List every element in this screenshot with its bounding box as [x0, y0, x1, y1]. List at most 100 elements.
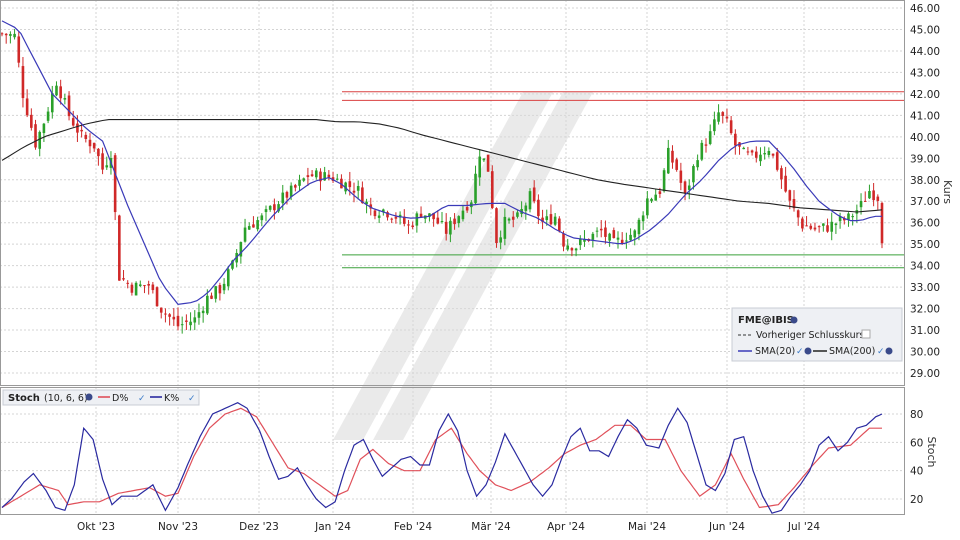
- sma20-check-icon[interactable]: ✓: [796, 347, 804, 357]
- candle-body: [465, 207, 469, 211]
- x-tick: Apr '24: [547, 521, 585, 533]
- previous-close-checkbox[interactable]: [861, 329, 871, 339]
- k-check-icon[interactable]: ✓: [188, 394, 196, 404]
- candle-body: [574, 248, 578, 251]
- candle-body: [206, 295, 209, 314]
- candle-body: [55, 85, 58, 96]
- candle-body: [683, 181, 687, 194]
- sma200-settings-icon[interactable]: [885, 347, 893, 355]
- candle-body: [256, 220, 259, 230]
- candle-body: [616, 237, 620, 240]
- candle-body: [294, 185, 297, 188]
- legend-previous-close: Vorheriger Schlusskurs: [756, 330, 864, 341]
- candle-body: [478, 156, 482, 178]
- d-check-icon[interactable]: ✓: [138, 394, 146, 404]
- candle-body: [754, 151, 758, 158]
- candle-body: [562, 233, 565, 247]
- candle-body: [558, 218, 561, 231]
- candle-body: [553, 216, 557, 225]
- candle-body: [0, 33, 4, 35]
- candle-body: [876, 196, 880, 201]
- stoch-axis-ticks: 20 40 60 80: [910, 409, 923, 506]
- candle-body: [851, 216, 854, 218]
- sma20-settings-icon[interactable]: [804, 347, 812, 355]
- stock-chart: 29.00 30.00 31.00 32.00 33.00 34.00 35.00 36.00…: [0, 0, 954, 533]
- candle-body: [692, 166, 695, 183]
- candle-body: [101, 153, 104, 170]
- candle-body: [746, 151, 750, 153]
- candle-body: [549, 214, 553, 225]
- candle-body: [662, 170, 666, 192]
- candle-body: [80, 129, 83, 132]
- candle-body: [214, 286, 218, 299]
- x-tick: Jan '24: [314, 521, 351, 533]
- x-tick: Jun '24: [708, 521, 745, 533]
- x-tick: Feb '24: [394, 521, 432, 533]
- legend-symbol: FME@IBIS: [738, 315, 794, 326]
- candle-body: [490, 171, 494, 208]
- candle-body: [42, 123, 46, 134]
- candle-body: [84, 134, 88, 139]
- candle-body: [537, 199, 540, 217]
- price-tick: 31.00: [910, 325, 940, 337]
- candle-body: [528, 191, 532, 210]
- candle-body: [172, 316, 176, 320]
- candle-body: [650, 198, 653, 202]
- candle-body: [130, 284, 134, 293]
- candle-body: [138, 284, 142, 286]
- sma200-check-icon[interactable]: ✓: [877, 347, 885, 357]
- candle-body: [356, 186, 360, 191]
- candle-body: [201, 310, 205, 314]
- legend-sma200: SMA(200): [829, 346, 875, 357]
- candle-body: [637, 219, 641, 235]
- candle-body: [482, 158, 486, 161]
- price-tick: 32.00: [910, 304, 940, 316]
- candle-body: [516, 212, 519, 217]
- candle-body: [532, 187, 536, 202]
- candle-body: [524, 205, 528, 211]
- stoch-settings-icon[interactable]: [85, 393, 93, 401]
- candle-body: [327, 174, 331, 178]
- candle-body: [658, 191, 662, 195]
- candle-body: [625, 240, 628, 242]
- candle-body: [252, 224, 255, 228]
- candle-body: [872, 190, 875, 201]
- sma200-line: [1, 119, 883, 213]
- candle-body: [92, 142, 96, 149]
- candle-body: [700, 142, 704, 160]
- candle-body: [646, 198, 649, 216]
- candle-body: [226, 269, 230, 287]
- price-tick: 30.00: [910, 347, 940, 359]
- candle-body: [222, 283, 226, 291]
- candle-body: [708, 131, 712, 144]
- candle-body: [302, 178, 306, 181]
- candle-body: [679, 170, 683, 183]
- candle-body: [285, 191, 289, 198]
- candle-body: [767, 150, 771, 155]
- candle-body: [671, 150, 674, 163]
- candle-body: [499, 237, 502, 243]
- candle-body: [449, 220, 452, 235]
- candle-body: [771, 153, 775, 156]
- candle-body: [608, 233, 611, 241]
- stoch-tick: 60: [910, 437, 923, 449]
- symbol-settings-icon[interactable]: [790, 316, 798, 324]
- candle-body: [247, 226, 251, 230]
- candle-body: [801, 218, 804, 229]
- candle-body: [147, 283, 150, 286]
- x-tick: Mai '24: [628, 521, 666, 533]
- candle-body: [21, 66, 25, 99]
- candle-body: [612, 230, 616, 239]
- candle-body: [373, 210, 377, 217]
- candle-body: [273, 204, 276, 211]
- candle-body: [444, 221, 448, 234]
- candle-body: [264, 209, 268, 213]
- price-tick: 34.00: [910, 261, 940, 273]
- price-tick: 46.00: [910, 3, 940, 15]
- candle-body: [713, 119, 716, 132]
- candle-body: [281, 192, 285, 204]
- price-tick: 40.00: [910, 132, 940, 144]
- candle-body: [734, 133, 737, 146]
- candle-body: [817, 226, 821, 228]
- legend-k: K%: [164, 393, 179, 404]
